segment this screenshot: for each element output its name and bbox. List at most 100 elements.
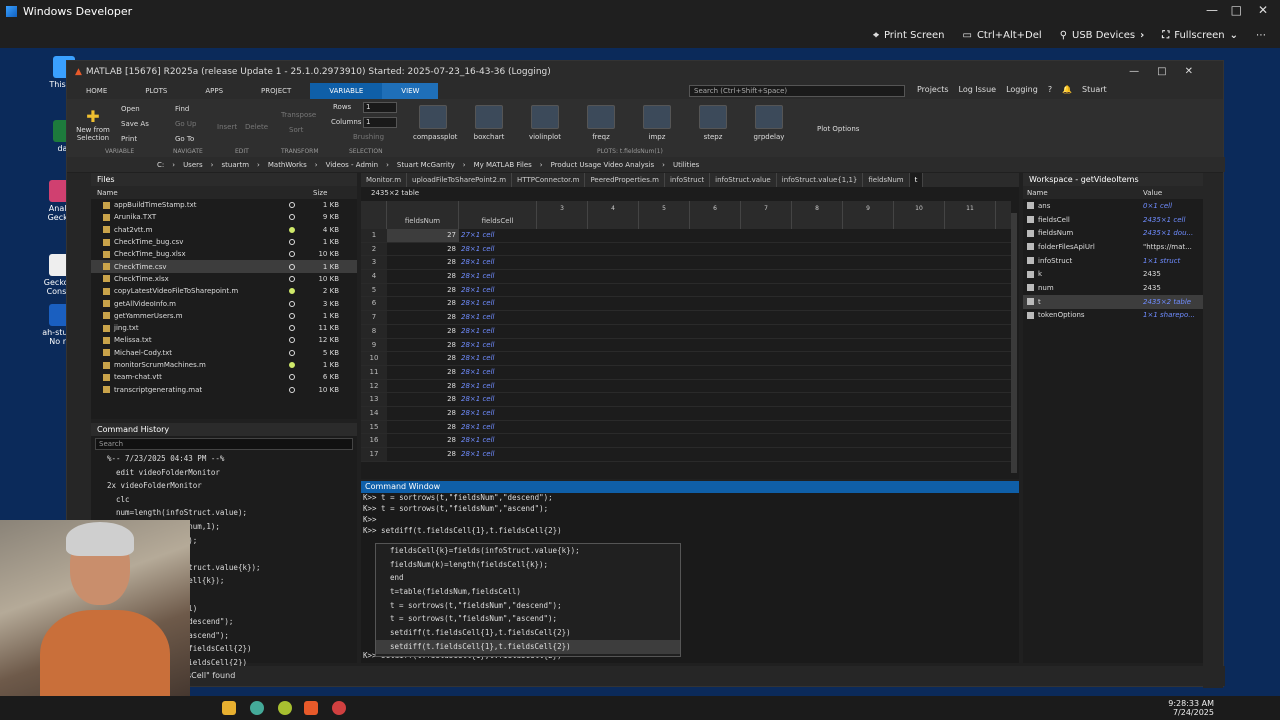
search-input[interactable]: Search (Ctrl+Shift+Space) <box>689 85 905 97</box>
breadcrumb[interactable]: stuartm <box>221 161 249 169</box>
cell-fieldscell[interactable]: 28×1 cell <box>459 270 537 283</box>
cell-fieldsnum[interactable]: 28 <box>387 339 459 352</box>
grid-column-header[interactable]: 3 <box>537 201 588 229</box>
new-from-selection-button[interactable]: ✚ New from Selection <box>71 107 115 142</box>
vertical-scrollbar[interactable] <box>1011 213 1017 473</box>
minimize-icon[interactable]: — <box>1206 3 1218 17</box>
cell-fieldscell[interactable]: 28×1 cell <box>459 448 537 461</box>
file-row[interactable]: monitorScrumMachines.m 1 KB <box>91 359 357 371</box>
history-line[interactable]: clc <box>91 493 357 507</box>
table-row[interactable]: 1 27 27×1 cell <box>361 229 1011 243</box>
table-row[interactable]: 15 28 28×1 cell <box>361 420 1011 435</box>
history-line[interactable]: %-- 7/23/2025 04:43 PM --% <box>91 452 357 466</box>
cell-fieldsnum[interactable]: 28 <box>387 243 459 256</box>
variable-tab[interactable]: infoStruct.value{1,1} <box>777 173 864 187</box>
cell-fieldscell[interactable]: 28×1 cell <box>459 434 537 447</box>
file-explorer-icon[interactable] <box>222 701 236 715</box>
variable-tab[interactable]: infoStruct.value <box>710 173 777 187</box>
history-line[interactable]: 2x videoFolderMonitor <box>91 479 357 493</box>
grid-column-header[interactable]: 6 <box>690 201 741 229</box>
brushing-button[interactable]: Brushing <box>353 133 384 141</box>
variable-tab[interactable]: Monitor.m <box>361 173 408 187</box>
plot-impz[interactable]: impz <box>637 105 677 141</box>
file-row[interactable]: CheckTime_bug.csv 1 KB <box>91 236 357 248</box>
variable-tab[interactable]: infoStruct <box>665 173 711 187</box>
table-row[interactable]: 5 28 28×1 cell <box>361 283 1011 298</box>
col-size[interactable]: Size <box>313 189 327 197</box>
cell-fieldscell[interactable]: 27×1 cell <box>459 229 537 242</box>
history-popup-item[interactable]: fieldsNum(k)=length(fieldsCell{k}); <box>376 558 680 572</box>
history-line[interactable]: edit videoFolderMonitor <box>91 466 357 480</box>
maximize-icon[interactable]: □ <box>1231 3 1242 17</box>
log-issue-button[interactable]: Log Issue <box>959 85 997 94</box>
history-popup-item[interactable]: fieldsCell{k}=fields(infoStruct.value{k}… <box>376 544 680 558</box>
plot-violinplot[interactable]: violinplot <box>525 105 565 141</box>
table-row[interactable]: 10 28 28×1 cell <box>361 352 1011 366</box>
cell-fieldsnum[interactable]: 28 <box>387 366 459 379</box>
plot-compassplot[interactable]: compassplot <box>413 105 457 141</box>
breadcrumb[interactable]: C: <box>157 161 164 169</box>
workspace-row[interactable]: fieldsCell 2435×1 cell <box>1023 213 1203 227</box>
tab-plots[interactable]: PLOTS <box>126 83 186 99</box>
grid-column-header[interactable]: 9 <box>843 201 894 229</box>
go-to-button[interactable]: Go To <box>175 135 194 143</box>
rows-input[interactable]: 1 <box>363 102 397 113</box>
workspace-row[interactable]: t 2435×2 table <box>1023 294 1203 309</box>
table-row[interactable]: 12 28 28×1 cell <box>361 379 1011 394</box>
table-row[interactable]: 16 28 28×1 cell <box>361 434 1011 448</box>
workspace-row[interactable]: folderFilesApiUrl "https://mat... <box>1023 240 1203 254</box>
file-row[interactable]: chat2vtt.m 4 KB <box>91 224 357 236</box>
workspace-row[interactable]: fieldsNum 2435×1 dou... <box>1023 226 1203 240</box>
print-button[interactable]: Print <box>121 135 137 143</box>
history-popup-item[interactable]: setdiff(t.fieldsCell{1},t.fieldsCell{2}) <box>376 626 680 640</box>
tab-project[interactable]: PROJECT <box>242 83 310 99</box>
file-row[interactable]: appBuildTimeStamp.txt 1 KB <box>91 199 357 211</box>
file-row[interactable]: CheckTime.xlsx 10 KB <box>91 273 357 285</box>
find-button[interactable]: Find <box>175 105 189 113</box>
bell-icon[interactable]: 🔔 <box>1062 85 1072 94</box>
file-row[interactable]: Arunika.TXT 9 KB <box>91 211 357 223</box>
cell-fieldscell[interactable]: 28×1 cell <box>459 366 537 379</box>
cell-fieldscell[interactable]: 28×1 cell <box>459 352 537 365</box>
cell-fieldsnum[interactable]: 27 <box>387 229 459 242</box>
plot-grpdelay[interactable]: grpdelay <box>749 105 789 141</box>
columns-input[interactable]: 1 <box>363 117 397 128</box>
chrome-icon[interactable] <box>250 701 264 715</box>
history-popup-item[interactable]: t=table(fieldsNum,fieldsCell) <box>376 585 680 599</box>
file-row[interactable]: transcriptgenerating.mat 10 KB <box>91 383 357 395</box>
breadcrumb[interactable]: Users <box>183 161 203 169</box>
table-row[interactable]: 13 28 28×1 cell <box>361 393 1011 407</box>
breadcrumb[interactable]: Product Usage Video Analysis <box>551 161 655 169</box>
matlab-icon[interactable] <box>304 701 318 715</box>
window-controls[interactable]: —□✕ <box>1129 66 1211 77</box>
clock[interactable]: 9:28:33 AM 7/24/2025 <box>1168 699 1214 717</box>
cell-fieldscell[interactable]: 28×1 cell <box>459 297 537 310</box>
cell-fieldscell[interactable]: 28×1 cell <box>459 284 537 297</box>
table-row[interactable]: 4 28 28×1 cell <box>361 270 1011 284</box>
plot-boxchart[interactable]: boxchart <box>469 105 509 141</box>
close-icon[interactable]: ✕ <box>1258 3 1268 17</box>
breadcrumb[interactable]: Videos - Admin <box>326 161 379 169</box>
cell-fieldscell[interactable]: 28×1 cell <box>459 311 537 324</box>
tab-view[interactable]: VIEW <box>382 83 439 99</box>
table-row[interactable]: 17 28 28×1 cell <box>361 448 1011 462</box>
cell-fieldscell[interactable]: 28×1 cell <box>459 339 537 352</box>
breadcrumb[interactable]: MathWorks <box>268 161 307 169</box>
file-row[interactable]: getYammerUsers.m 1 KB <box>91 310 357 322</box>
cell-fieldscell[interactable]: 28×1 cell <box>459 407 537 420</box>
table-row[interactable]: 11 28 28×1 cell <box>361 365 1011 380</box>
col-value[interactable]: Value <box>1143 189 1162 197</box>
breadcrumb[interactable]: Stuart McGarrity <box>397 161 455 169</box>
print-screen-button[interactable]: ⌖ Print Screen <box>873 30 944 41</box>
cell-fieldscell[interactable]: 28×1 cell <box>459 393 537 406</box>
cell-fieldsnum[interactable]: 28 <box>387 448 459 461</box>
history-popup-item[interactable]: t = sortrows(t,"fieldsNum","descend"); <box>376 599 680 613</box>
history-popup[interactable]: fieldsCell{k}=fields(infoStruct.value{k}… <box>375 543 681 657</box>
cell-fieldsnum[interactable]: 28 <box>387 270 459 283</box>
tab-home[interactable]: HOME <box>67 83 126 99</box>
tab-apps[interactable]: APPS <box>186 83 242 99</box>
grid-column-header[interactable]: fieldsCell <box>459 201 537 229</box>
grid-column-header[interactable]: 8 <box>792 201 843 229</box>
projects-button[interactable]: Projects <box>917 85 949 94</box>
grid-column-header[interactable]: 5 <box>639 201 690 229</box>
